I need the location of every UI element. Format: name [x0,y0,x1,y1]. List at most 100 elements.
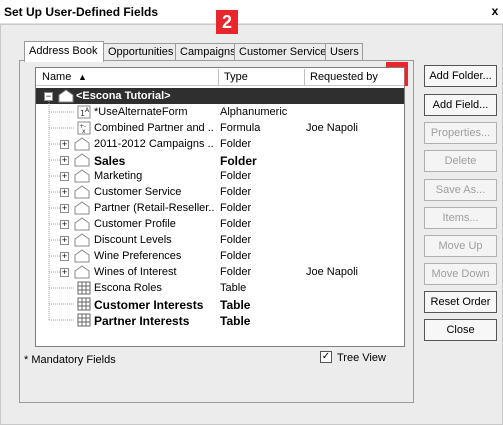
properties-button[interactable]: Properties... [424,122,497,144]
tree-row[interactable]: 1 A *UseAlternateForm Alphanumeric [36,104,404,120]
tab-customer-service[interactable]: Customer Service [234,43,326,61]
add-folder-button[interactable]: Add Folder... [424,65,497,87]
alphanumeric-field-icon: 1 A [77,105,91,119]
expand-icon[interactable]: + [60,188,69,197]
tree-row[interactable]: Customer Interests Table [36,296,404,312]
expand-icon[interactable]: + [60,268,69,277]
mandatory-fields-note: * Mandatory Fields [24,354,116,366]
sort-ascending-icon[interactable]: ▲ [78,72,87,82]
tree-row[interactable]: + Discount Levels Folder [36,232,404,248]
row-name: Partner (Retail-Reseller... [94,202,214,214]
row-type: Folder [220,266,252,278]
tree-root-row[interactable]: − <Escona Tutorial> [36,88,404,104]
row-name: Partner Interests [94,314,190,328]
folder-icon [74,137,90,151]
row-name: Wine Preferences [94,250,182,262]
add-field-button[interactable]: Add Field... [424,94,497,116]
tree-row[interactable]: + Wines of Interest Folder Joe Napoli [36,264,404,280]
row-type: Folder [220,186,252,198]
row-name: Customer Service [94,186,182,198]
folder-icon [74,217,90,231]
row-type: Alphanumeric [220,106,288,118]
column-name-header[interactable]: Name [42,71,71,83]
table-icon [77,297,91,311]
folder-icon [58,89,74,103]
row-name: Escona Roles [94,282,162,294]
folder-icon [74,201,90,215]
row-name: Discount Levels [94,234,172,246]
column-requested-by-header[interactable]: Requested by [310,71,378,83]
row-name: Wines of Interest [94,266,177,278]
tree-row[interactable]: + 2011-2012 Campaigns ... Folder [36,136,404,152]
tab-campaigns[interactable]: Campaigns [175,43,236,61]
folder-icon [74,169,90,183]
tab-users[interactable]: Users [325,43,363,61]
window-title: Set Up User-Defined Fields [4,5,159,19]
row-type: Folder [220,138,252,150]
tab-opportunities[interactable]: Opportunities [103,43,176,61]
tree-row[interactable]: Partner Interests Table [36,312,404,328]
folder-icon [74,185,90,199]
save-as-button[interactable]: Save As... [424,179,497,201]
column-type-header[interactable]: Type [224,71,248,83]
row-requested-by: Joe Napoli [306,122,358,134]
tree-row[interactable]: + Sales Folder [36,152,404,168]
title-bar: Set Up User-Defined Fields x [0,0,503,24]
tree-row[interactable]: + Marketing Folder [36,168,404,184]
row-type: Folder [220,154,257,168]
row-name: Sales [94,154,126,168]
tree-view-checkbox[interactable]: ✓ Tree View [320,351,386,364]
row-type: Table [220,298,251,312]
tree-root-label: <Escona Tutorial> [76,90,171,102]
move-down-button[interactable]: Move Down [424,263,497,285]
row-name: 2011-2012 Campaigns ... [94,138,214,150]
expand-icon[interactable]: + [60,140,69,149]
tree-row[interactable]: + Customer Service Folder [36,184,404,200]
row-requested-by: Joe Napoli [306,266,358,278]
folder-icon [74,233,90,247]
expand-icon[interactable]: + [60,156,69,165]
collapse-icon[interactable]: − [44,92,53,101]
row-name: Combined Partner and ... [94,122,214,134]
delete-button[interactable]: Delete [424,150,497,172]
column-header: Name ▲ Type Requested by [36,68,404,86]
column-divider[interactable] [304,69,305,85]
expand-icon[interactable]: + [60,236,69,245]
tree-row[interactable]: Escona Roles Table [36,280,404,296]
expand-icon[interactable]: + [60,220,69,229]
row-type: Folder [220,218,252,230]
row-name: *UseAlternateForm [94,106,188,118]
fields-tree[interactable]: Name ▲ Type Requested by − <Escona Tutor… [35,67,405,347]
tree-row[interactable]: + Customer Profile Folder [36,216,404,232]
callout-marker-2: 2 [216,10,238,34]
reset-order-button[interactable]: Reset Order [424,291,497,313]
tree-row[interactable]: +- x Combined Partner and ... Formula Jo… [36,120,404,136]
row-type: Folder [220,234,252,246]
checkbox-checked-icon[interactable]: ✓ [320,351,332,364]
folder-icon [74,249,90,263]
tab-address-book[interactable]: Address Book [24,41,104,62]
folder-icon [74,153,90,167]
row-type: Table [220,282,247,294]
expand-icon[interactable]: + [60,204,69,213]
column-divider[interactable] [218,69,219,85]
tree-view-label: Tree View [337,352,386,364]
row-type: Folder [220,170,252,182]
move-up-button[interactable]: Move Up [424,235,497,257]
formula-field-icon: +- x [77,121,91,135]
row-type: Table [220,314,251,328]
row-type: Folder [220,202,252,214]
row-type: Formula [220,122,261,134]
svg-text:x: x [82,128,86,135]
tree-row[interactable]: + Partner (Retail-Reseller... Folder [36,200,404,216]
close-button[interactable]: Close [424,319,497,341]
items-button[interactable]: Items... [424,207,497,229]
expand-icon[interactable]: + [60,252,69,261]
table-icon [77,281,91,295]
folder-icon [74,265,90,279]
tree-row[interactable]: + Wine Preferences Folder [36,248,404,264]
row-name: Marketing [94,170,143,182]
close-icon[interactable]: x [489,4,501,18]
expand-icon[interactable]: + [60,172,69,181]
row-type: Folder [220,250,252,262]
